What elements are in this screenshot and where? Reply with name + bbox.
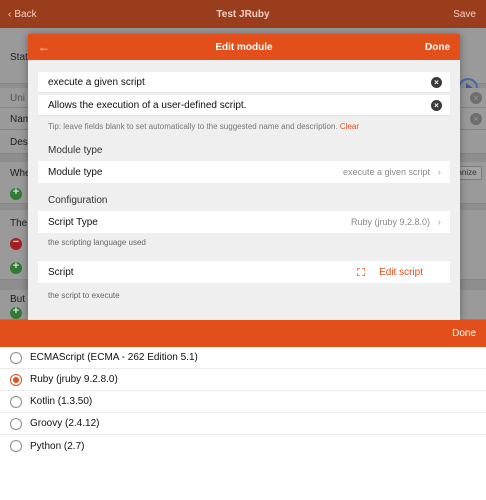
script-type-description: the scripting language used <box>48 238 146 247</box>
radio-button-selected[interactable] <box>10 374 22 386</box>
remove-icon: − <box>10 236 22 250</box>
chevron-right-icon-2: › <box>437 216 441 228</box>
picker-option-ecmascript[interactable]: ECMAScript (ECMA - 262 Edition 5.1) <box>0 347 486 369</box>
picker-done-button[interactable]: Done <box>452 328 476 339</box>
top-nav-bar: ‹ Back Test JRuby Save <box>0 0 486 28</box>
module-name-field[interactable]: execute a given script × <box>38 72 450 93</box>
edit-module-dialog: ← Edit module Done execute a given scrip… <box>28 34 460 321</box>
radio-button[interactable] <box>10 352 22 364</box>
dialog-header: ← Edit module Done <box>28 34 460 60</box>
edit-script-button[interactable]: Edit script <box>379 261 423 283</box>
picker-option-kotlin[interactable]: Kotlin (1.3.50) <box>0 391 486 413</box>
picker-option-groovy[interactable]: Groovy (2.4.12) <box>0 413 486 435</box>
dialog-title: Edit module <box>215 41 273 53</box>
bg-clear-icon: × <box>470 92 482 104</box>
section-configuration: Configuration <box>48 195 108 206</box>
picker-header: Done <box>0 320 486 347</box>
clear-description-icon[interactable]: × <box>431 100 442 111</box>
page-title: Test JRuby <box>216 8 270 20</box>
dialog-done-button[interactable]: Done <box>425 34 450 60</box>
radio-button[interactable] <box>10 440 22 452</box>
add-icon-2: + <box>10 260 22 274</box>
script-type-row[interactable]: Script Type Ruby (jruby 9.2.8.0) › <box>38 211 450 233</box>
radio-button[interactable] <box>10 418 22 430</box>
module-type-row[interactable]: Module type execute a given script › <box>38 161 450 183</box>
radio-button[interactable] <box>10 396 22 408</box>
section-module-type: Module type <box>48 145 103 156</box>
add-icon-3: + <box>10 305 22 319</box>
back-button[interactable]: ‹ Back <box>8 0 37 28</box>
script-type-picker: Done ECMAScript (ECMA - 262 Edition 5.1)… <box>0 320 486 500</box>
clear-name-icon[interactable]: × <box>431 77 442 88</box>
clear-link[interactable]: Clear <box>340 122 359 131</box>
bg-clear-icon-2: × <box>470 113 482 125</box>
add-icon: + <box>10 186 22 200</box>
script-row[interactable]: Script Edit script <box>38 261 450 283</box>
chevron-right-icon: › <box>437 166 441 178</box>
picker-option-python[interactable]: Python (2.7) <box>0 435 486 457</box>
arrow-left-icon[interactable]: ← <box>38 34 50 60</box>
expand-icon[interactable] <box>357 268 365 276</box>
script-description: the script to execute <box>48 291 120 300</box>
save-button[interactable]: Save <box>453 0 476 28</box>
tip-text: Tip: leave fields blank to set automatic… <box>48 122 360 131</box>
picker-option-ruby[interactable]: Ruby (jruby 9.2.8.0) <box>0 369 486 391</box>
module-description-field[interactable]: Allows the execution of a user-defined s… <box>38 95 450 116</box>
chevron-left-icon: ‹ <box>8 8 12 20</box>
